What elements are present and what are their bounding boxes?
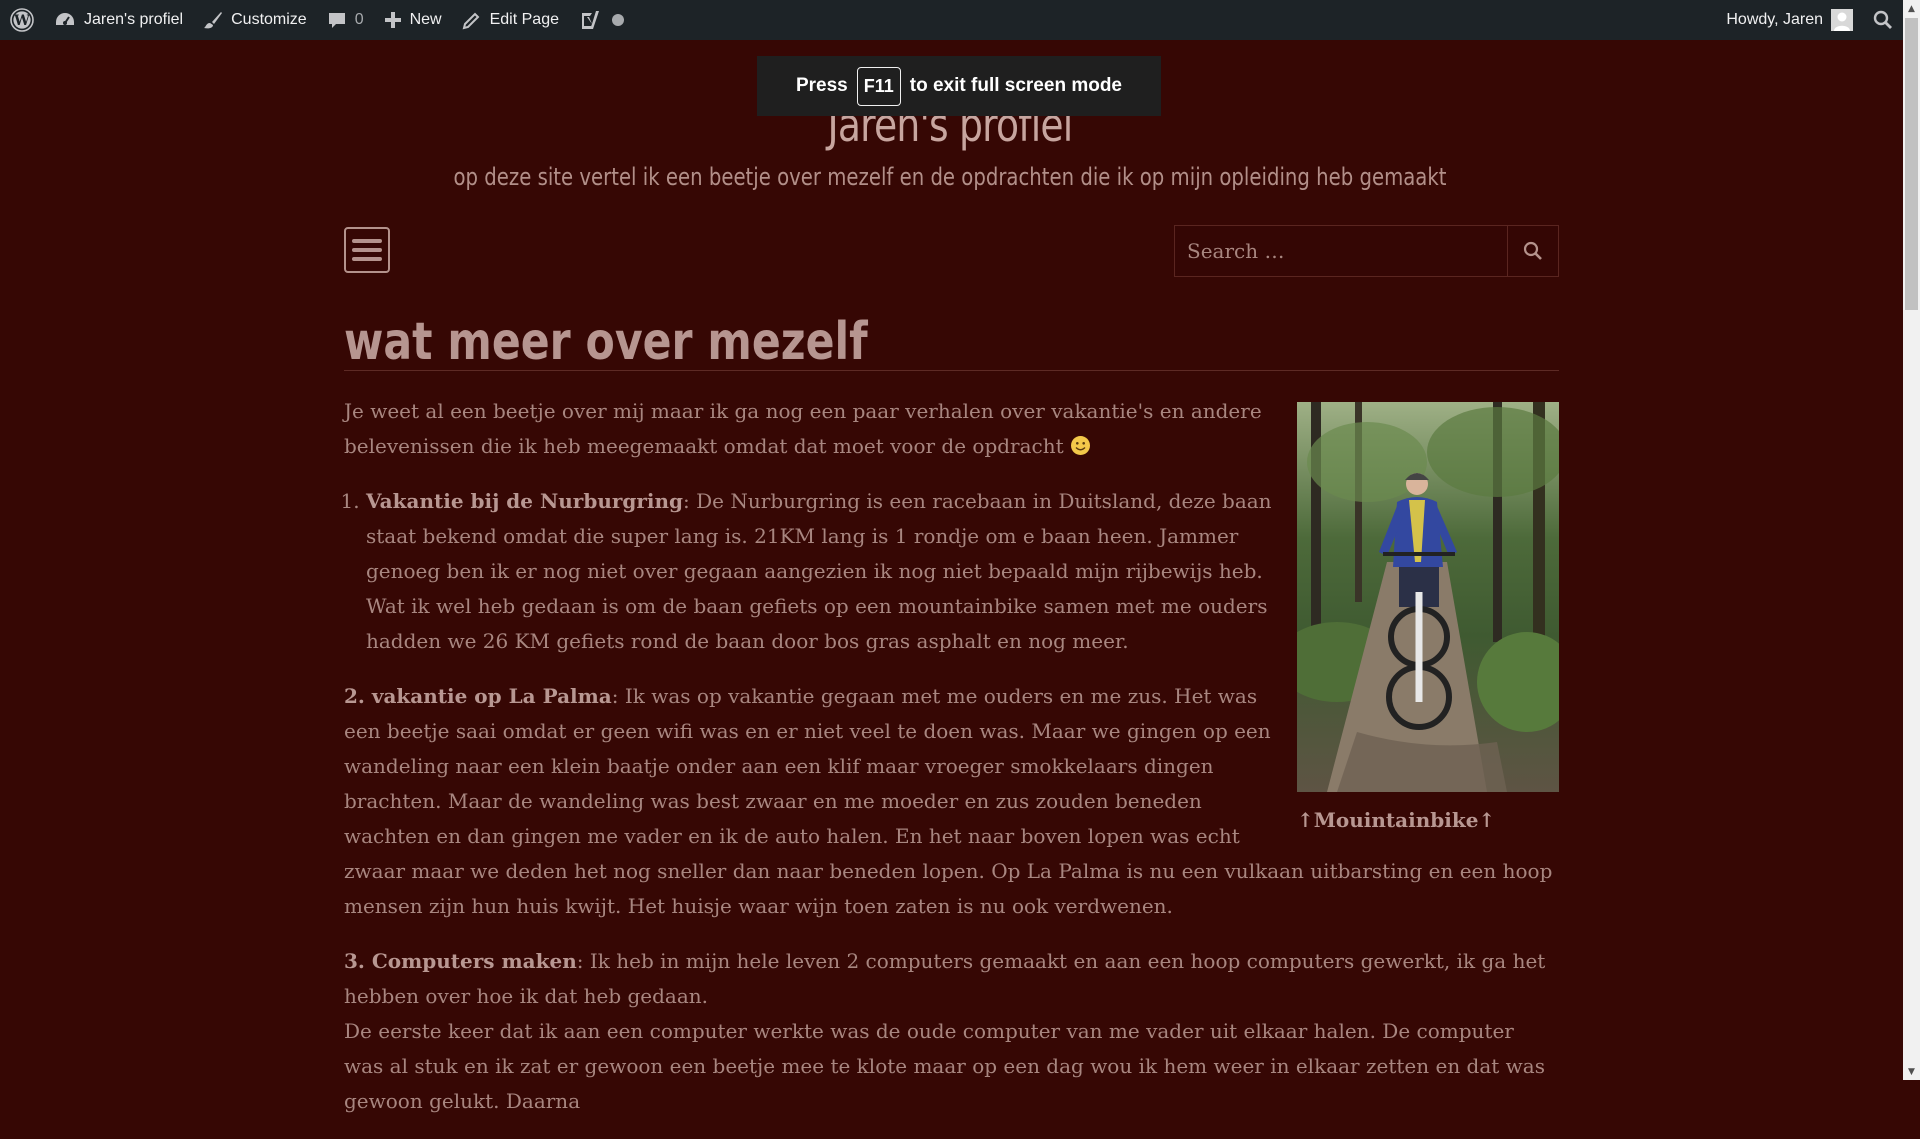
customize-link[interactable]: Customize xyxy=(193,0,317,40)
brush-icon xyxy=(204,12,223,29)
edit-page-link[interactable]: Edit Page xyxy=(452,0,569,40)
scrollbar-thumb[interactable] xyxy=(1905,18,1918,310)
yoast-seo-menu[interactable] xyxy=(569,0,635,40)
admin-bar: W Jaren's profiel Customize 0 New Edit P… xyxy=(0,0,1903,40)
wordpress-logo-button[interactable]: W xyxy=(0,0,44,40)
edit-page-label: Edit Page xyxy=(489,11,559,28)
fullscreen-notice-suffix: to exit full screen mode xyxy=(909,75,1123,96)
customize-label: Customize xyxy=(231,11,307,28)
menu-toggle-button[interactable] xyxy=(344,227,390,273)
scroll-up-arrow-icon[interactable]: ▲ xyxy=(1903,0,1920,17)
mountainbike-photo[interactable] xyxy=(1297,402,1559,792)
avatar xyxy=(1831,9,1853,31)
intro-text: Je weet al een beetje over mij maar ik g… xyxy=(344,399,1262,458)
site-name-label: Jaren's profiel xyxy=(84,11,184,28)
smiley-icon xyxy=(1071,436,1091,455)
howdy-label: Howdy, Jaren xyxy=(1726,11,1823,28)
hamburger-icon-bar xyxy=(352,248,382,252)
paragraph-4: De eerste keer dat ik aan een computer w… xyxy=(344,1019,1545,1113)
page-title: wat meer over mezelf xyxy=(344,312,868,372)
item3-title: 3. Computers maken xyxy=(344,949,577,973)
search-submit-button[interactable] xyxy=(1507,226,1558,276)
admin-search-button[interactable] xyxy=(1863,0,1903,40)
wordpress-icon: W xyxy=(10,8,34,32)
pencil-icon xyxy=(462,12,480,30)
item1-text: : De Nurburgring is een racebaan in Duit… xyxy=(366,489,1272,653)
hamburger-icon-bar xyxy=(352,239,382,243)
site-name-menu[interactable]: Jaren's profiel xyxy=(44,0,193,40)
fullscreen-notice: Press F11 to exit full screen mode xyxy=(757,56,1161,116)
image-caption: ↑Mouintainbike↑ xyxy=(1297,808,1496,832)
plus-icon xyxy=(384,12,401,28)
comments-link[interactable]: 0 xyxy=(317,0,374,40)
mountainbike-figure: ↑Mouintainbike↑ xyxy=(1297,402,1559,834)
search-icon xyxy=(1523,241,1542,260)
search-form xyxy=(1174,225,1559,277)
entry-content: ↑Mouintainbike↑ Je weet al een beetje ov… xyxy=(344,394,1559,1139)
f11-key-badge: F11 xyxy=(856,66,901,106)
user-silhouette-icon xyxy=(1834,12,1850,31)
seo-status-dot-icon xyxy=(612,14,624,26)
scroll-down-arrow-icon[interactable]: ▼ xyxy=(1903,1063,1920,1080)
hamburger-icon-bar xyxy=(352,257,382,261)
account-menu[interactable]: Howdy, Jaren xyxy=(1716,0,1863,40)
title-divider xyxy=(344,370,1559,371)
new-content-menu[interactable]: New xyxy=(374,0,452,40)
search-icon xyxy=(1873,10,1892,29)
new-label: New xyxy=(409,11,442,28)
fullscreen-notice-prefix: Press xyxy=(795,75,848,96)
search-input[interactable] xyxy=(1175,226,1507,276)
comment-icon xyxy=(328,13,345,28)
item1-title: Vakantie bij de Nurburgring xyxy=(366,489,684,513)
yoast-icon xyxy=(582,11,599,29)
site-description: op deze site vertel ik een beetje over m… xyxy=(453,163,1447,191)
comments-count: 0 xyxy=(354,11,364,28)
dashboard-icon xyxy=(56,13,74,25)
item3-paragraph: 3. Computers maken: Ik heb in mijn hele … xyxy=(344,944,1559,1014)
svg-text:W: W xyxy=(13,13,30,29)
vertical-scrollbar[interactable]: ▲ ▼ xyxy=(1903,0,1920,1080)
item2-title: 2. vakantie op La Palma xyxy=(344,684,612,708)
